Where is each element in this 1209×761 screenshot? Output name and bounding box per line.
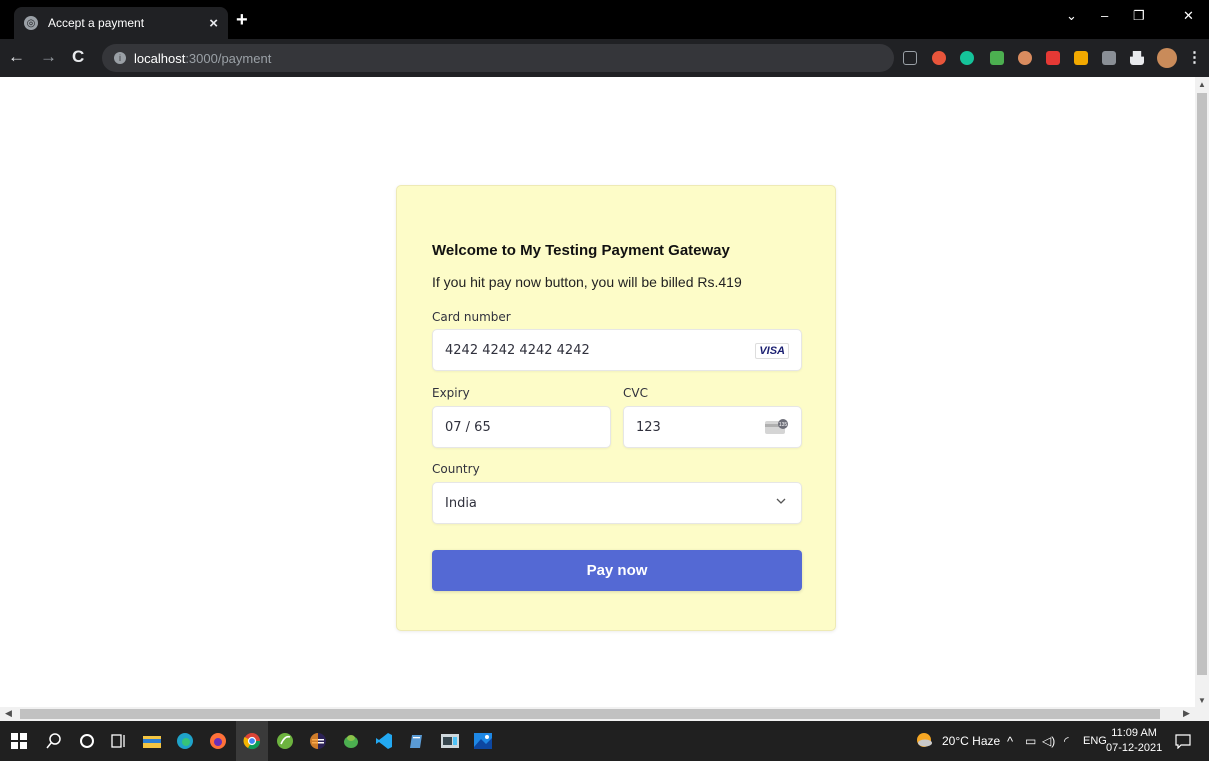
expiry-label: Expiry [432,386,470,400]
search-icon[interactable] [43,730,65,752]
vertical-scrollbar[interactable]: ▲ ▼ [1195,77,1209,707]
wifi-icon[interactable]: ◜ [1064,734,1069,748]
yellow-extension-icon[interactable] [1074,51,1088,65]
language-indicator[interactable]: ENG [1083,735,1107,747]
grammarly-extension-icon[interactable] [960,51,974,65]
volume-icon[interactable]: ◁) [1042,734,1055,748]
url-path: :3000/payment [185,50,272,66]
windows-start-icon[interactable] [8,730,30,752]
windows-taskbar: 20°C Haze ^ ▭ ◁) ◜ ENG 11:09 AM 07-12-20… [0,721,1209,761]
pdf-extension-icon[interactable] [1046,51,1060,65]
cvc-value: 123 [636,419,661,435]
firefox-icon[interactable] [207,730,229,752]
card-number-value: 4242 4242 4242 4242 [445,342,590,358]
site-info-icon[interactable]: i [114,52,126,64]
country-value: India [445,495,477,511]
pay-now-button[interactable]: Pay now [432,550,802,591]
browser-tab-strip: ◎ Accept a payment × + ⌄ – ❐ ✕ [0,0,1209,39]
show-hidden-icons-icon[interactable]: ^ [1007,734,1013,749]
photos-app-icon[interactable] [472,730,494,752]
minimize-button[interactable]: – [1101,8,1108,23]
puzzle-extensions-icon[interactable] [1130,51,1144,65]
scroll-left-icon[interactable]: ◀ [5,708,12,719]
weather-icon[interactable] [915,731,933,749]
clock-time: 11:09 AM [1111,727,1157,739]
scroll-up-icon[interactable]: ▲ [1198,80,1206,89]
address-bar[interactable]: i localhost :3000/payment [102,44,894,72]
chrome-icon[interactable] [236,721,268,761]
orange-extension-icon[interactable] [1018,51,1032,65]
clock-date: 07-12-2021 [1106,742,1163,754]
tab-search-icon[interactable]: ⌄ [1066,8,1077,24]
green-extension-icon[interactable] [990,51,1004,65]
browser-menu-icon[interactable]: ⋮ [1187,48,1202,66]
green-app-icon[interactable] [340,730,362,752]
expiry-input[interactable]: 07 / 65 [432,406,611,448]
forward-button[interactable]: → [40,47,57,67]
notification-center-icon[interactable] [1172,730,1194,752]
file-explorer-icon[interactable] [141,730,163,752]
browser-toolbar: ← → C i localhost :3000/payment ⋮ [0,39,1209,77]
cvc-input[interactable]: 123 135 [623,406,802,448]
scroll-right-icon[interactable]: ▶ [1183,708,1190,719]
cvc-card-icon: 135 [765,419,788,434]
tab-title: Accept a payment [48,16,145,30]
browser-tab[interactable]: ◎ Accept a payment × [14,7,228,39]
vertical-scroll-thumb[interactable] [1197,93,1207,675]
scroll-down-icon[interactable]: ▼ [1198,696,1206,705]
system-clock[interactable]: 11:09 AM 07-12-2021 [1106,726,1162,756]
billing-notice: If you hit pay now button, you will be b… [432,274,742,290]
restore-button[interactable]: ❐ [1133,8,1145,24]
cvc-label: CVC [623,386,648,400]
cortana-icon[interactable] [76,730,98,752]
new-tab-button[interactable]: + [236,9,248,32]
red-extension-icon[interactable] [932,51,946,65]
country-select[interactable]: India [432,482,802,524]
task-view-icon[interactable] [108,730,130,752]
spring-tools-icon[interactable] [274,730,296,752]
cvc-badge-text: 135 [779,422,788,428]
payment-card: Welcome to My Testing Payment Gateway If… [396,185,836,631]
eclipse-icon[interactable] [307,730,329,752]
battery-icon[interactable]: ▭ [1025,734,1036,748]
tab-close-icon[interactable]: × [209,15,218,32]
window-app-icon[interactable] [439,730,461,752]
card-number-input[interactable]: 4242 4242 4242 4242 VISA [432,329,802,371]
weather-text[interactable]: 20°C Haze [942,734,1000,748]
gray-extension-icon[interactable] [1102,51,1116,65]
expiry-value: 07 / 65 [445,419,491,435]
reload-button[interactable]: C [72,47,84,67]
url-host: localhost [134,50,186,66]
visa-card-icon: VISA [755,343,789,359]
card-number-label: Card number [432,310,511,324]
chevron-down-icon [776,498,786,504]
globe-icon: ◎ [24,16,38,30]
horizontal-scroll-thumb[interactable] [20,709,1160,719]
horizontal-scrollbar[interactable]: ◀ ▶ [0,707,1209,721]
back-button[interactable]: ← [8,47,25,67]
page-title: Welcome to My Testing Payment Gateway [432,242,730,259]
shopping-cart-extension-icon[interactable] [903,51,917,65]
close-window-button[interactable]: ✕ [1183,8,1194,24]
profile-avatar[interactable] [1157,48,1177,68]
vscode-icon[interactable] [373,730,395,752]
country-label: Country [432,462,480,476]
edge-browser-icon[interactable] [174,730,196,752]
notepad-icon[interactable] [406,730,428,752]
page-viewport: Welcome to My Testing Payment Gateway If… [0,77,1195,707]
